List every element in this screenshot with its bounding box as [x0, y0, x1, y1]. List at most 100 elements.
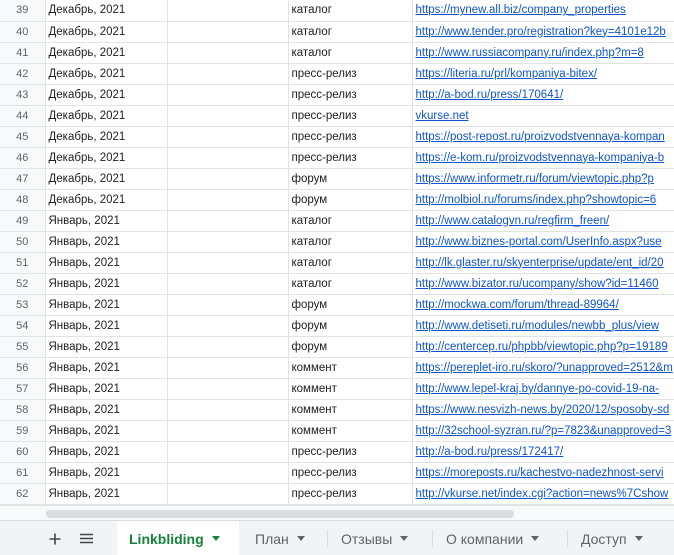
url-link[interactable]: https://pereplet-iro.ru/skoro/?unapprove…: [416, 362, 673, 374]
empty-cell[interactable]: [167, 189, 289, 211]
empty-cell[interactable]: [167, 63, 289, 85]
row-number[interactable]: 48: [0, 189, 46, 211]
empty-cell[interactable]: [167, 462, 289, 484]
url-link[interactable]: vkurse.net: [416, 110, 469, 122]
row-number[interactable]: 53: [0, 294, 46, 316]
empty-cell[interactable]: [167, 420, 289, 442]
chevron-down-icon[interactable]: [531, 536, 540, 541]
empty-cell[interactable]: [167, 126, 289, 148]
url-cell[interactable]: https://e-kom.ru/proizvodstvennaya-kompa…: [412, 147, 674, 169]
tab-o-kompanii[interactable]: О компании: [434, 521, 566, 555]
type-cell[interactable]: форум: [288, 168, 413, 190]
row-number[interactable]: 39: [0, 0, 46, 22]
url-link[interactable]: http://www.catalogvn.ru/regfirm_freen/: [416, 215, 610, 227]
date-cell[interactable]: Январь, 2021: [45, 357, 168, 379]
empty-cell[interactable]: [167, 105, 289, 127]
type-cell[interactable]: форум: [288, 336, 413, 358]
chevron-down-icon[interactable]: [400, 536, 409, 541]
empty-cell[interactable]: [167, 147, 289, 169]
url-link[interactable]: https://www.nesvizh-news.by/2020/12/spos…: [416, 404, 670, 416]
row-number[interactable]: 61: [0, 462, 46, 484]
url-cell[interactable]: http://a-bod.ru/press/170641/: [412, 84, 674, 106]
date-cell[interactable]: Декабрь, 2021: [45, 168, 168, 190]
row-number[interactable]: 42: [0, 63, 46, 85]
empty-cell[interactable]: [167, 252, 289, 274]
empty-cell[interactable]: [167, 168, 289, 190]
row-number[interactable]: 62: [0, 483, 46, 505]
tab-dostup[interactable]: Доступ: [569, 521, 674, 555]
row-number[interactable]: 47: [0, 168, 46, 190]
empty-cell[interactable]: [167, 21, 289, 43]
type-cell[interactable]: коммент: [288, 357, 413, 379]
url-cell[interactable]: http://www.russiacompany.ru/index.php?m=…: [412, 42, 674, 64]
date-cell[interactable]: Декабрь, 2021: [45, 189, 168, 211]
type-cell[interactable]: коммент: [288, 378, 413, 400]
date-cell[interactable]: Январь, 2021: [45, 420, 168, 442]
row-number[interactable]: 44: [0, 105, 46, 127]
type-cell[interactable]: пресс-релиз: [288, 84, 413, 106]
empty-cell[interactable]: [167, 483, 289, 505]
url-cell[interactable]: http://lk.glaster.ru/skyenterprise/updat…: [412, 252, 674, 274]
type-cell[interactable]: форум: [288, 315, 413, 337]
date-cell[interactable]: Январь, 2021: [45, 399, 168, 421]
url-cell[interactable]: http://molbiol.ru/forums/index.php?showt…: [412, 189, 674, 211]
date-cell[interactable]: Январь, 2021: [45, 294, 168, 316]
type-cell[interactable]: пресс-релиз: [288, 441, 413, 463]
row-number[interactable]: 58: [0, 399, 46, 421]
date-cell[interactable]: Декабрь, 2021: [45, 147, 168, 169]
url-cell[interactable]: http://www.bizator.ru/ucompany/show?id=1…: [412, 273, 674, 295]
url-link[interactable]: http://www.russiacompany.ru/index.php?m=…: [416, 47, 644, 59]
row-number[interactable]: 45: [0, 126, 46, 148]
url-link[interactable]: https://e-kom.ru/proizvodstvennaya-kompa…: [416, 152, 665, 164]
url-link[interactable]: http://32school-syzran.ru/?p=7823&unappr…: [416, 425, 672, 437]
url-cell[interactable]: http://www.biznes-portal.com/UserInfo.as…: [412, 231, 674, 253]
url-link[interactable]: http://centercep.ru/phpbb/viewtopic.php?…: [416, 341, 668, 353]
type-cell[interactable]: каталог: [288, 273, 413, 295]
type-cell[interactable]: каталог: [288, 252, 413, 274]
row-number[interactable]: 41: [0, 42, 46, 64]
url-link[interactable]: https://mynew.all.biz/company_properties: [416, 4, 626, 16]
date-cell[interactable]: Декабрь, 2021: [45, 105, 168, 127]
date-cell[interactable]: Январь, 2021: [45, 315, 168, 337]
empty-cell[interactable]: [167, 378, 289, 400]
row-number[interactable]: 59: [0, 420, 46, 442]
url-link[interactable]: http://a-bod.ru/press/172417/: [416, 446, 564, 458]
empty-cell[interactable]: [167, 273, 289, 295]
type-cell[interactable]: коммент: [288, 420, 413, 442]
date-cell[interactable]: Декабрь, 2021: [45, 126, 168, 148]
url-cell[interactable]: https://post-repost.ru/proizvodstvennaya…: [412, 126, 674, 148]
empty-cell[interactable]: [167, 336, 289, 358]
add-sheet-button[interactable]: [41, 521, 69, 555]
scrollbar-thumb[interactable]: [46, 510, 514, 518]
empty-cell[interactable]: [167, 231, 289, 253]
date-cell[interactable]: Январь, 2021: [45, 483, 168, 505]
url-cell[interactable]: http://mockwa.com/forum/thread-89964/: [412, 294, 674, 316]
row-number[interactable]: 40: [0, 21, 46, 43]
empty-cell[interactable]: [167, 315, 289, 337]
url-link[interactable]: http://www.biznes-portal.com/UserInfo.as…: [416, 236, 662, 248]
type-cell[interactable]: пресс-релиз: [288, 126, 413, 148]
date-cell[interactable]: Декабрь, 2021: [45, 0, 168, 22]
url-link[interactable]: http://www.detiseti.ru/modules/newbb_plu…: [416, 320, 660, 332]
url-cell[interactable]: https://literia.ru/prl/kompaniya-bitex/: [412, 63, 674, 85]
type-cell[interactable]: пресс-релиз: [288, 63, 413, 85]
empty-cell[interactable]: [167, 441, 289, 463]
url-link[interactable]: http://vkurse.net/index.cgi?action=news%…: [416, 488, 669, 500]
url-link[interactable]: https://literia.ru/prl/kompaniya-bitex/: [416, 68, 598, 80]
url-cell[interactable]: http://32school-syzran.ru/?p=7823&unappr…: [412, 420, 674, 442]
chevron-down-icon[interactable]: [211, 536, 220, 541]
url-cell[interactable]: https://www.nesvizh-news.by/2020/12/spos…: [412, 399, 674, 421]
tab-linkbliding[interactable]: Linkbliding: [117, 521, 239, 555]
type-cell[interactable]: каталог: [288, 42, 413, 64]
row-number[interactable]: 57: [0, 378, 46, 400]
url-link[interactable]: http://www.lepel-kraj.by/dannye-po-covid…: [416, 383, 660, 395]
row-number[interactable]: 46: [0, 147, 46, 169]
row-number[interactable]: 54: [0, 315, 46, 337]
url-link[interactable]: http://molbiol.ru/forums/index.php?showt…: [416, 194, 657, 206]
url-link[interactable]: http://lk.glaster.ru/skyenterprise/updat…: [416, 257, 664, 269]
row-number[interactable]: 56: [0, 357, 46, 379]
row-number[interactable]: 43: [0, 84, 46, 106]
empty-cell[interactable]: [167, 84, 289, 106]
date-cell[interactable]: Январь, 2021: [45, 231, 168, 253]
empty-cell[interactable]: [167, 210, 289, 232]
